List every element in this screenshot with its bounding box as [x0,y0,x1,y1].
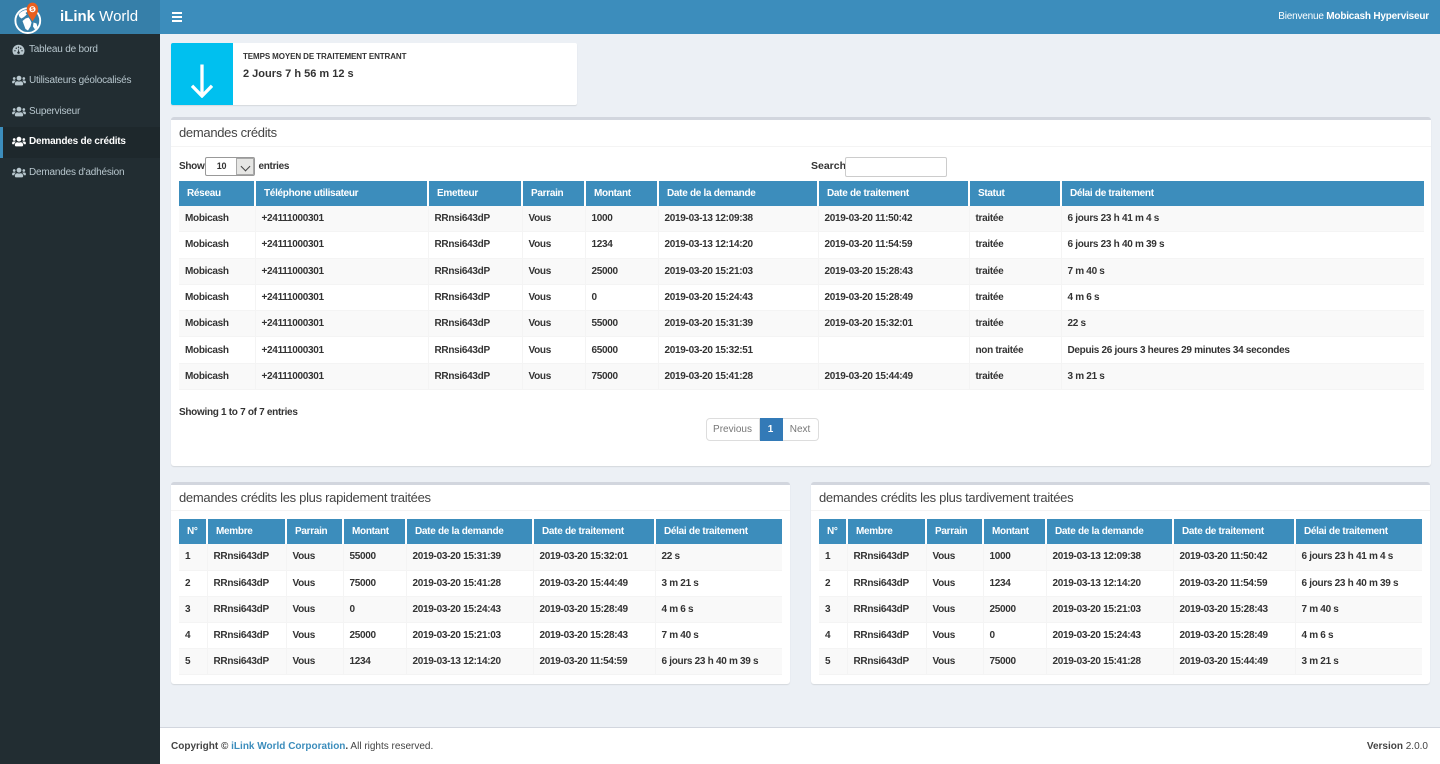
svg-text:$: $ [31,7,34,13]
